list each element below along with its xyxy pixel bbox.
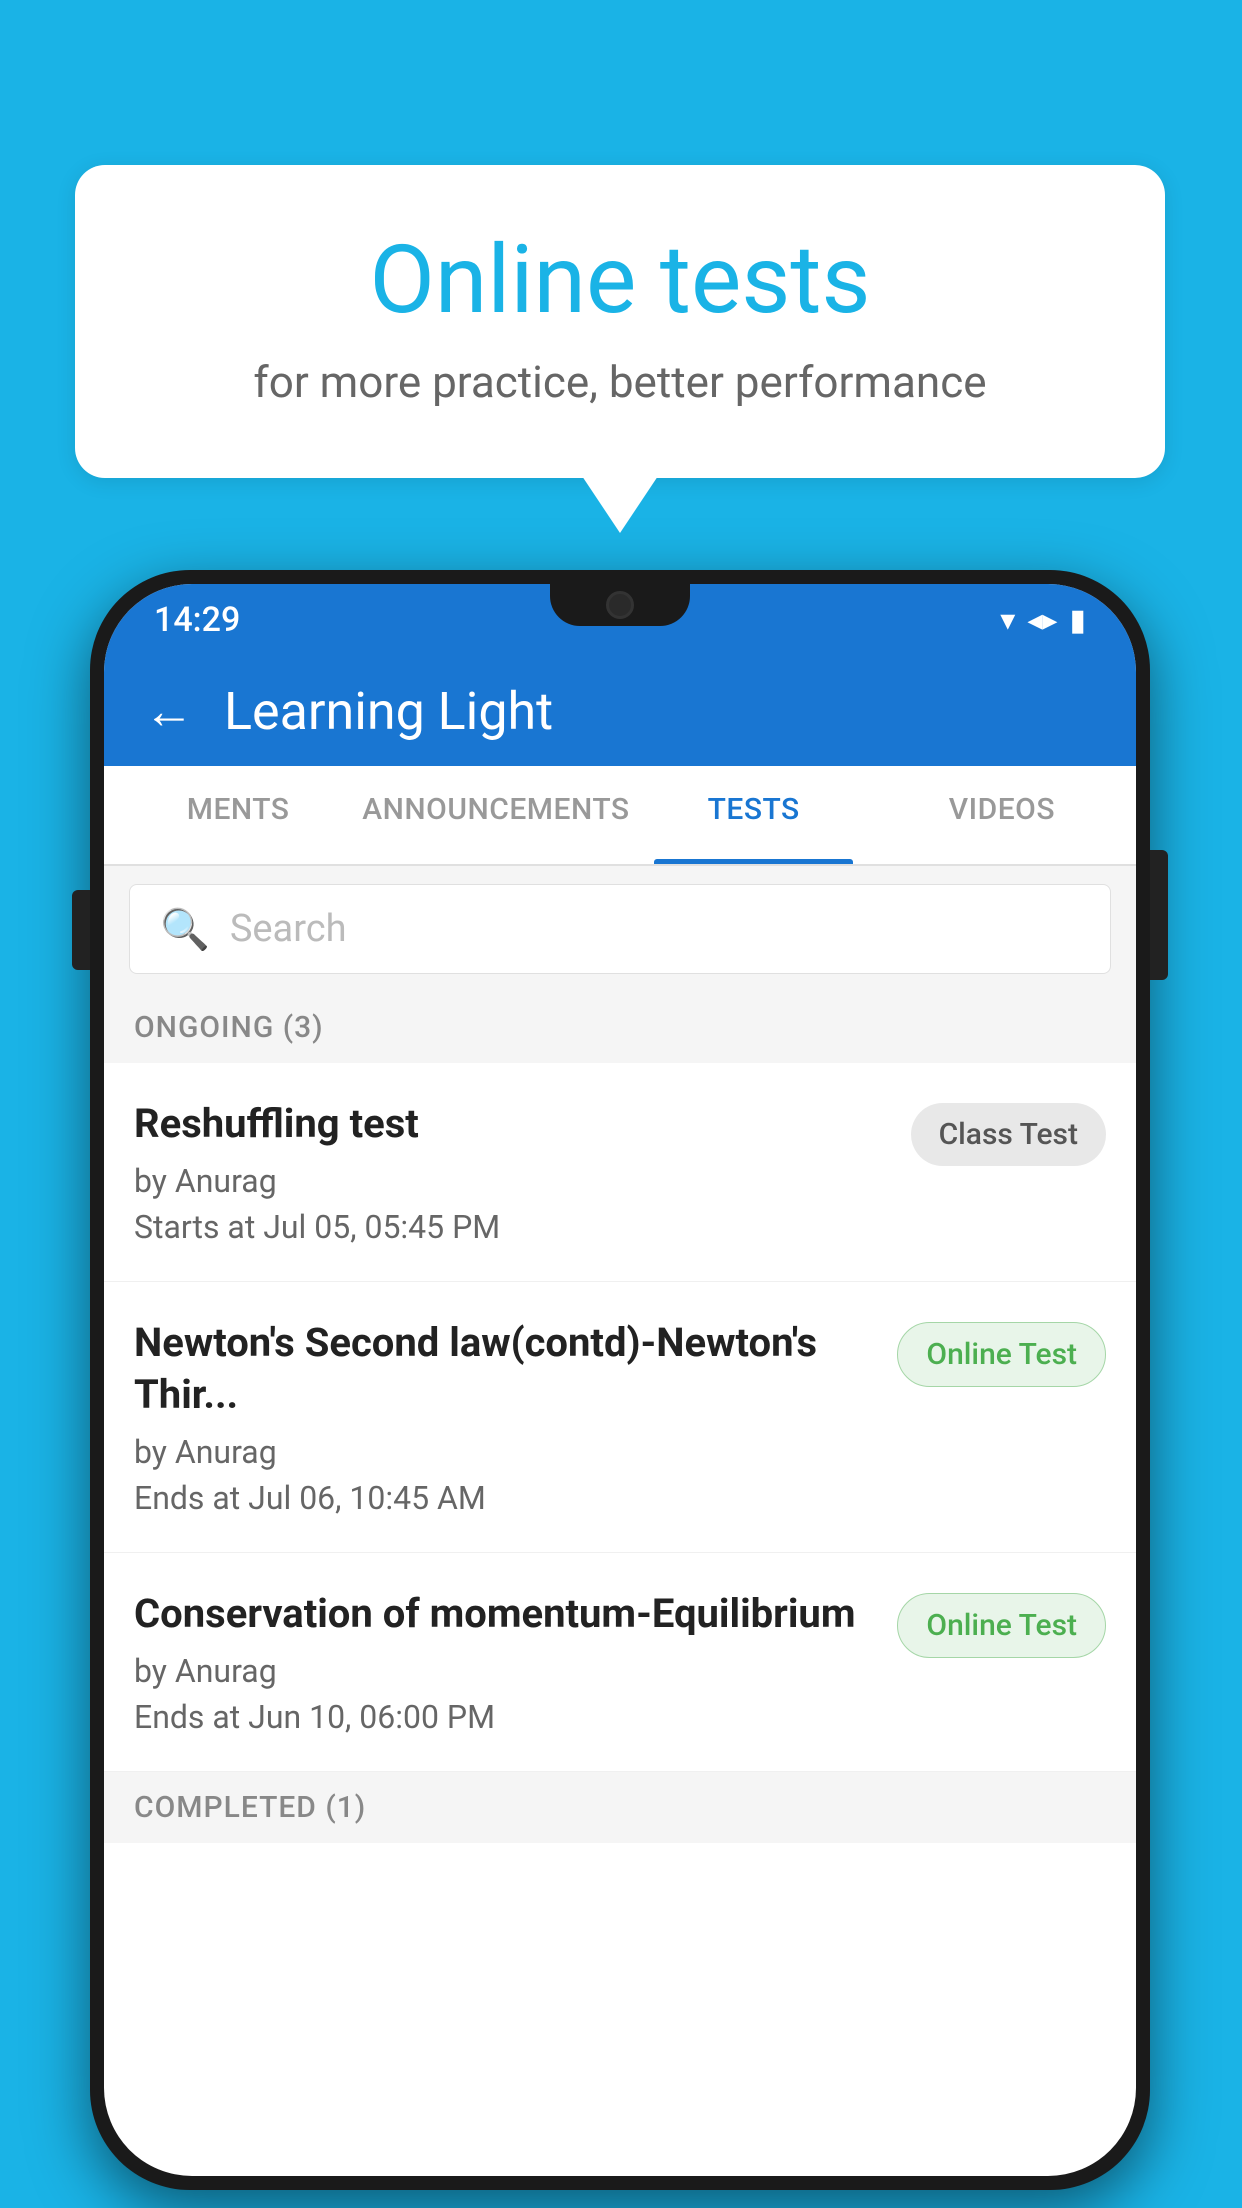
test-name: Reshuffling test [134, 1098, 891, 1150]
promo-title: Online tests [155, 225, 1085, 336]
search-container: 🔍 Search [104, 866, 1136, 992]
test-info: Reshuffling test by Anurag Starts at Jul… [134, 1098, 891, 1246]
test-item[interactable]: Newton's Second law(contd)-Newton's Thir… [104, 1282, 1136, 1553]
ongoing-section-header: ONGOING (3) [104, 992, 1136, 1063]
test-info: Newton's Second law(contd)-Newton's Thir… [134, 1317, 877, 1517]
search-placeholder: Search [230, 907, 347, 951]
test-date: Ends at Jul 06, 10:45 AM [134, 1479, 877, 1517]
phone-camera [606, 591, 634, 619]
search-bar[interactable]: 🔍 Search [129, 884, 1111, 974]
test-item[interactable]: Conservation of momentum-Equilibrium by … [104, 1553, 1136, 1772]
test-date: Starts at Jul 05, 05:45 PM [134, 1208, 891, 1246]
tab-videos[interactable]: VIDEOS [878, 766, 1126, 864]
test-badge-class: Class Test [911, 1103, 1106, 1166]
test-badge-online: Online Test [897, 1593, 1106, 1658]
phone-frame: 14:29 ▾ ◂▸ ▮ ← Learning Light MENTS ANNO… [90, 570, 1150, 2190]
signal-icon: ◂▸ [1027, 603, 1057, 638]
wifi-icon: ▾ [1000, 603, 1015, 638]
app-title: Learning Light [224, 681, 553, 742]
test-author: by Anurag [134, 1652, 877, 1690]
battery-icon: ▮ [1069, 603, 1086, 638]
search-icon: 🔍 [160, 906, 210, 953]
promo-subtitle: for more practice, better performance [155, 356, 1085, 408]
status-icons: ▾ ◂▸ ▮ [1000, 603, 1086, 638]
tab-announcements[interactable]: ANNOUNCEMENTS [362, 766, 629, 864]
tab-bar: MENTS ANNOUNCEMENTS TESTS VIDEOS [104, 766, 1136, 866]
app-bar: ← Learning Light [104, 656, 1136, 766]
tab-ments[interactable]: MENTS [114, 766, 362, 864]
test-list: Reshuffling test by Anurag Starts at Jul… [104, 1063, 1136, 1772]
test-date: Ends at Jun 10, 06:00 PM [134, 1698, 877, 1736]
test-info: Conservation of momentum-Equilibrium by … [134, 1588, 877, 1736]
phone-screen: 14:29 ▾ ◂▸ ▮ ← Learning Light MENTS ANNO… [104, 584, 1136, 2176]
promo-card: Online tests for more practice, better p… [75, 165, 1165, 478]
completed-section-header: COMPLETED (1) [104, 1772, 1136, 1843]
tab-tests[interactable]: TESTS [630, 766, 878, 864]
test-badge-online: Online Test [897, 1322, 1106, 1387]
phone-outer: 14:29 ▾ ◂▸ ▮ ← Learning Light MENTS ANNO… [90, 570, 1150, 2190]
status-time: 14:29 [154, 600, 240, 640]
test-name: Conservation of momentum-Equilibrium [134, 1588, 877, 1640]
test-author: by Anurag [134, 1162, 891, 1200]
test-author: by Anurag [134, 1433, 877, 1471]
test-item[interactable]: Reshuffling test by Anurag Starts at Jul… [104, 1063, 1136, 1282]
back-button[interactable]: ← [144, 682, 194, 741]
test-name: Newton's Second law(contd)-Newton's Thir… [134, 1317, 877, 1421]
